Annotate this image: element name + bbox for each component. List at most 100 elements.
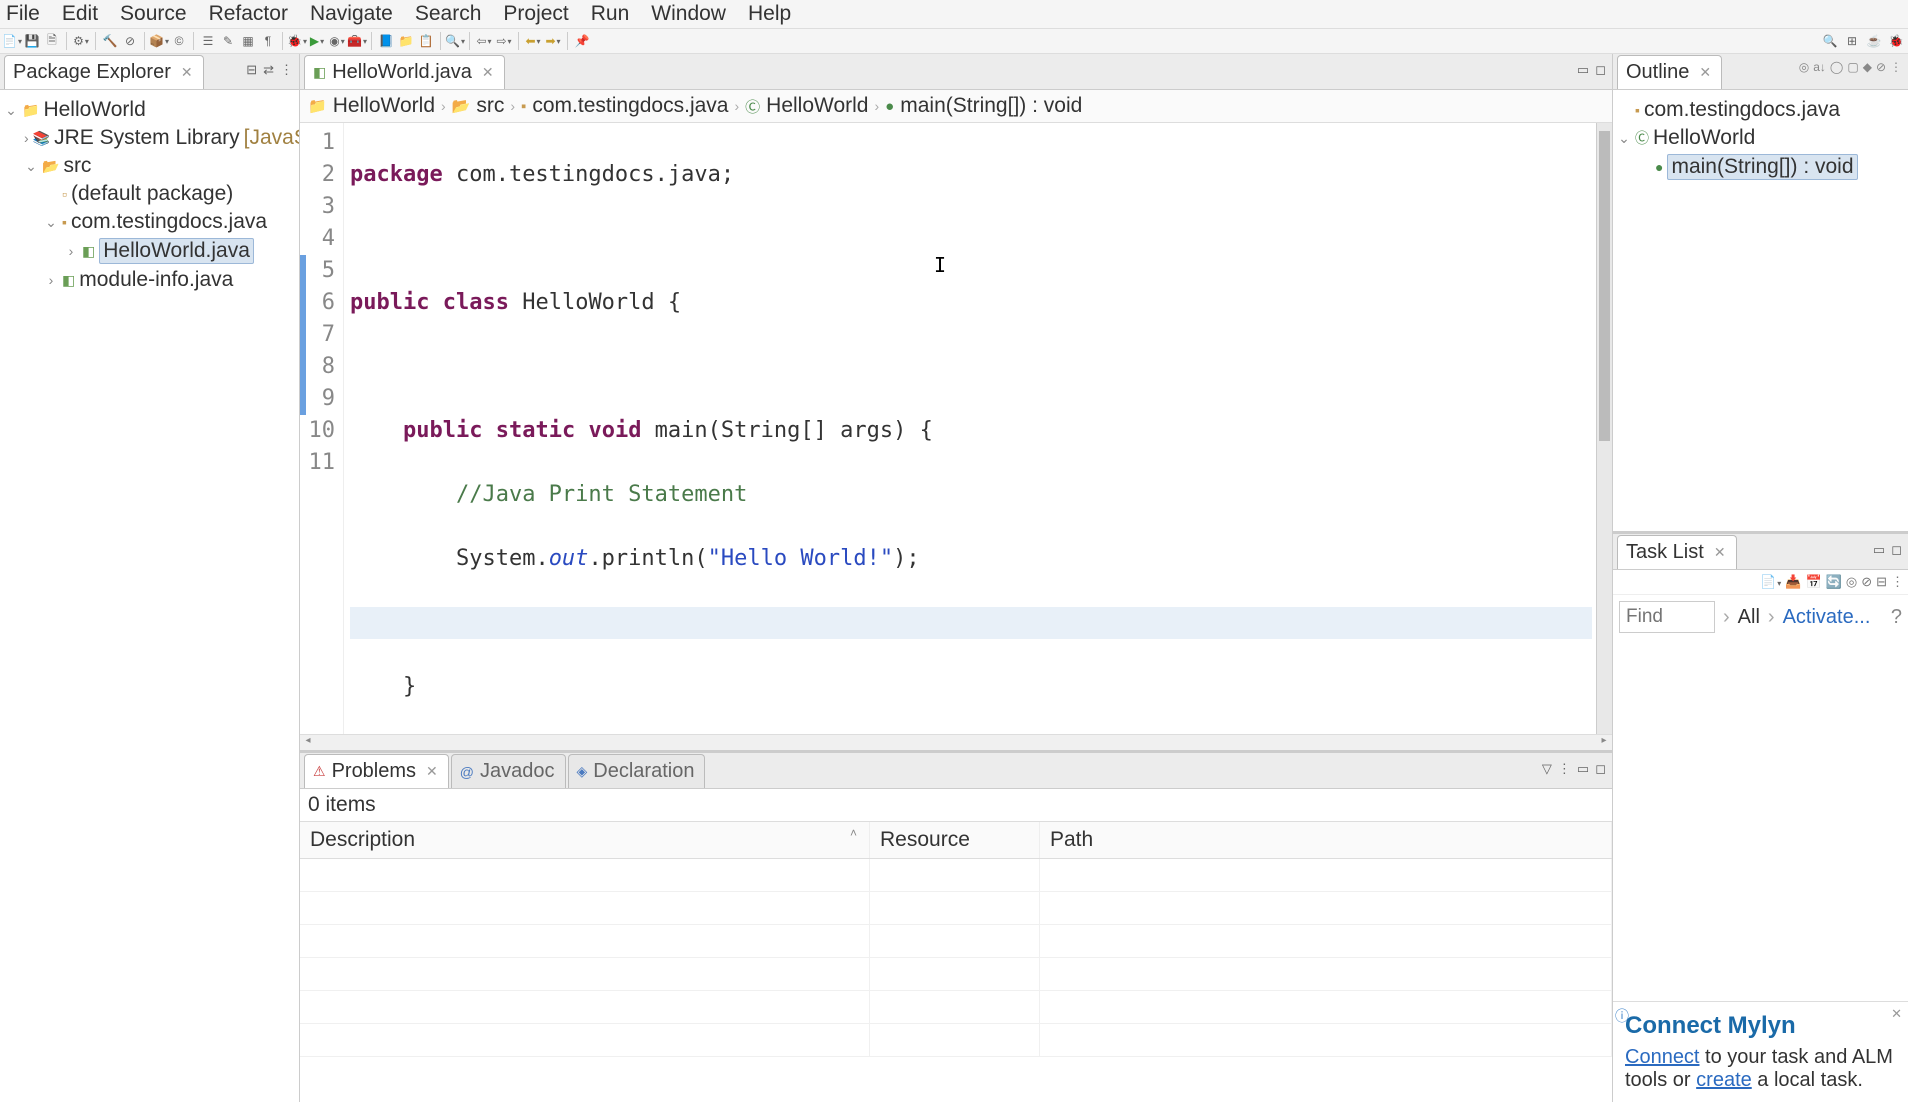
- view-menu-icon[interactable]: ⋮: [1558, 761, 1571, 777]
- toggle-breadcrumb-button[interactable]: ☰: [200, 33, 216, 49]
- table-row[interactable]: [300, 859, 1612, 892]
- close-icon[interactable]: ✕: [1699, 64, 1711, 81]
- close-icon[interactable]: ✕: [482, 64, 494, 81]
- build-button[interactable]: 🔨: [102, 33, 118, 49]
- line-number[interactable]: 5: [300, 255, 335, 287]
- view-menu-icon[interactable]: ⋮: [280, 62, 293, 78]
- outline-method[interactable]: ● main(String[]) : void: [1617, 152, 1904, 182]
- new-button[interactable]: 📄: [4, 33, 20, 49]
- open-type-button[interactable]: ⚙: [73, 33, 89, 49]
- run-button[interactable]: ▶: [309, 33, 325, 49]
- package-node[interactable]: ⌄▪ com.testingdocs.java: [4, 208, 295, 236]
- table-row[interactable]: [300, 1024, 1612, 1057]
- menu-source[interactable]: Source: [120, 2, 187, 26]
- hide-local-icon[interactable]: ⊘: [1876, 60, 1886, 74]
- outline-class[interactable]: ⌄Ⓒ HelloWorld: [1617, 124, 1904, 152]
- src-folder-node[interactable]: ⌄📂 src: [4, 152, 295, 180]
- maximize-icon[interactable]: ◻: [1595, 62, 1606, 78]
- line-number[interactable]: 10: [300, 415, 335, 447]
- debug-button[interactable]: 🐞: [289, 33, 305, 49]
- table-row[interactable]: [300, 958, 1612, 991]
- pin-editor-button[interactable]: 📌: [574, 33, 590, 49]
- sort-icon[interactable]: a↓: [1813, 60, 1826, 74]
- bc-class[interactable]: HelloWorld: [766, 94, 868, 118]
- forward-button[interactable]: ➡: [545, 33, 561, 49]
- open-perspective-button[interactable]: ⊞: [1844, 33, 1860, 49]
- maximize-icon[interactable]: ◻: [1891, 542, 1902, 558]
- bc-package[interactable]: com.testingdocs.java: [532, 94, 728, 118]
- open-task-button[interactable]: 📋: [418, 33, 434, 49]
- minimize-icon[interactable]: ▭: [1873, 542, 1885, 558]
- line-number[interactable]: 6: [300, 287, 335, 319]
- table-row[interactable]: [300, 991, 1612, 1024]
- line-number[interactable]: 11: [300, 447, 335, 479]
- new-class-button[interactable]: ©: [171, 33, 187, 49]
- help-icon[interactable]: ?: [1891, 606, 1902, 629]
- categorize-icon[interactable]: 📥: [1785, 574, 1801, 590]
- problems-tab[interactable]: ⚠ Problems ✕: [304, 754, 449, 788]
- all-filter[interactable]: All: [1738, 606, 1760, 629]
- javadoc-tab[interactable]: @ Javadoc: [451, 754, 566, 788]
- module-info-node[interactable]: ›◧ module-info.java: [4, 266, 295, 294]
- tasklist-tab[interactable]: Task List ✕: [1617, 535, 1737, 569]
- previous-annotation-button[interactable]: ⇦: [476, 33, 492, 49]
- menu-file[interactable]: File: [6, 2, 40, 26]
- line-number[interactable]: 7: [300, 319, 335, 351]
- save-button[interactable]: 💾: [24, 33, 40, 49]
- synchronize-icon[interactable]: 🔄: [1826, 574, 1842, 590]
- project-node[interactable]: ⌄📁 HelloWorld: [4, 96, 295, 124]
- hide-static-icon[interactable]: ▢: [1847, 60, 1858, 74]
- close-icon[interactable]: ✕: [1891, 1006, 1902, 1022]
- outline-tab[interactable]: Outline ✕: [1617, 55, 1722, 89]
- collapse-all-icon[interactable]: ⊟: [246, 62, 257, 78]
- new-package-button[interactable]: 📦: [151, 33, 167, 49]
- java-file-node[interactable]: ›◧ HelloWorld.java: [4, 236, 295, 266]
- scroll-left-icon[interactable]: ◂: [300, 735, 316, 751]
- problems-table[interactable]: Description ˄ Resource Path: [300, 821, 1612, 1102]
- package-explorer-tree[interactable]: ⌄📁 HelloWorld ›📚 JRE System Library [Jav…: [0, 90, 299, 1102]
- menu-help[interactable]: Help: [748, 2, 791, 26]
- search-button[interactable]: 🔍: [447, 33, 463, 49]
- code-editor[interactable]: 1 2 3 4 5 6 7 8 9 10 11 package com.test…: [300, 123, 1612, 734]
- line-number[interactable]: 1: [300, 127, 335, 159]
- table-row[interactable]: [300, 892, 1612, 925]
- save-all-button[interactable]: 🗎: [44, 33, 60, 49]
- collapse-icon[interactable]: ⊟: [1876, 574, 1887, 590]
- editor-tab[interactable]: ◧ HelloWorld.java ✕: [304, 55, 505, 89]
- bc-method[interactable]: main(String[]) : void: [900, 94, 1082, 118]
- line-number[interactable]: 4: [300, 223, 335, 255]
- close-icon[interactable]: ✕: [181, 64, 193, 81]
- skip-breakpoints-button[interactable]: ⊘: [122, 33, 138, 49]
- line-number[interactable]: 9: [300, 383, 335, 415]
- coverage-button[interactable]: ◉: [329, 33, 345, 49]
- breadcrumb[interactable]: 📁 HelloWorld › 📂 src › ▪ com.testingdocs…: [300, 90, 1612, 123]
- line-number[interactable]: 3: [300, 191, 335, 223]
- back-button[interactable]: ⬅: [525, 33, 541, 49]
- menu-project[interactable]: Project: [503, 2, 568, 26]
- activate-link[interactable]: Activate...: [1783, 606, 1871, 629]
- menu-navigate[interactable]: Navigate: [310, 2, 393, 26]
- line-number-gutter[interactable]: 1 2 3 4 5 6 7 8 9 10 11: [300, 123, 344, 734]
- menu-refactor[interactable]: Refactor: [209, 2, 288, 26]
- col-description[interactable]: Description ˄: [300, 822, 870, 858]
- filter-icon[interactable]: ▽: [1542, 761, 1552, 777]
- overview-ruler[interactable]: [1596, 123, 1612, 734]
- close-icon[interactable]: ✕: [1714, 544, 1726, 561]
- new-project-button[interactable]: 📁: [398, 33, 414, 49]
- col-path[interactable]: Path: [1040, 822, 1612, 858]
- focus-icon[interactable]: ◎: [1846, 574, 1857, 590]
- focus-icon[interactable]: ◎: [1799, 60, 1809, 74]
- new-java-project-button[interactable]: 📘: [378, 33, 394, 49]
- view-menu-icon[interactable]: ⋮: [1891, 574, 1904, 590]
- menu-window[interactable]: Window: [651, 2, 726, 26]
- create-link[interactable]: create: [1696, 1069, 1752, 1091]
- next-annotation-button[interactable]: ⇨: [496, 33, 512, 49]
- close-icon[interactable]: ✕: [426, 763, 438, 780]
- hide-fields-icon[interactable]: ◯: [1830, 60, 1843, 74]
- external-tools-button[interactable]: 🧰: [349, 33, 365, 49]
- line-number[interactable]: 8: [300, 351, 335, 383]
- outline-package[interactable]: ▪ com.testingdocs.java: [1617, 96, 1904, 124]
- view-menu-icon[interactable]: ⋮: [1890, 60, 1902, 74]
- new-task-button[interactable]: 📄: [1760, 574, 1781, 590]
- debug-perspective-button[interactable]: 🐞: [1888, 33, 1904, 49]
